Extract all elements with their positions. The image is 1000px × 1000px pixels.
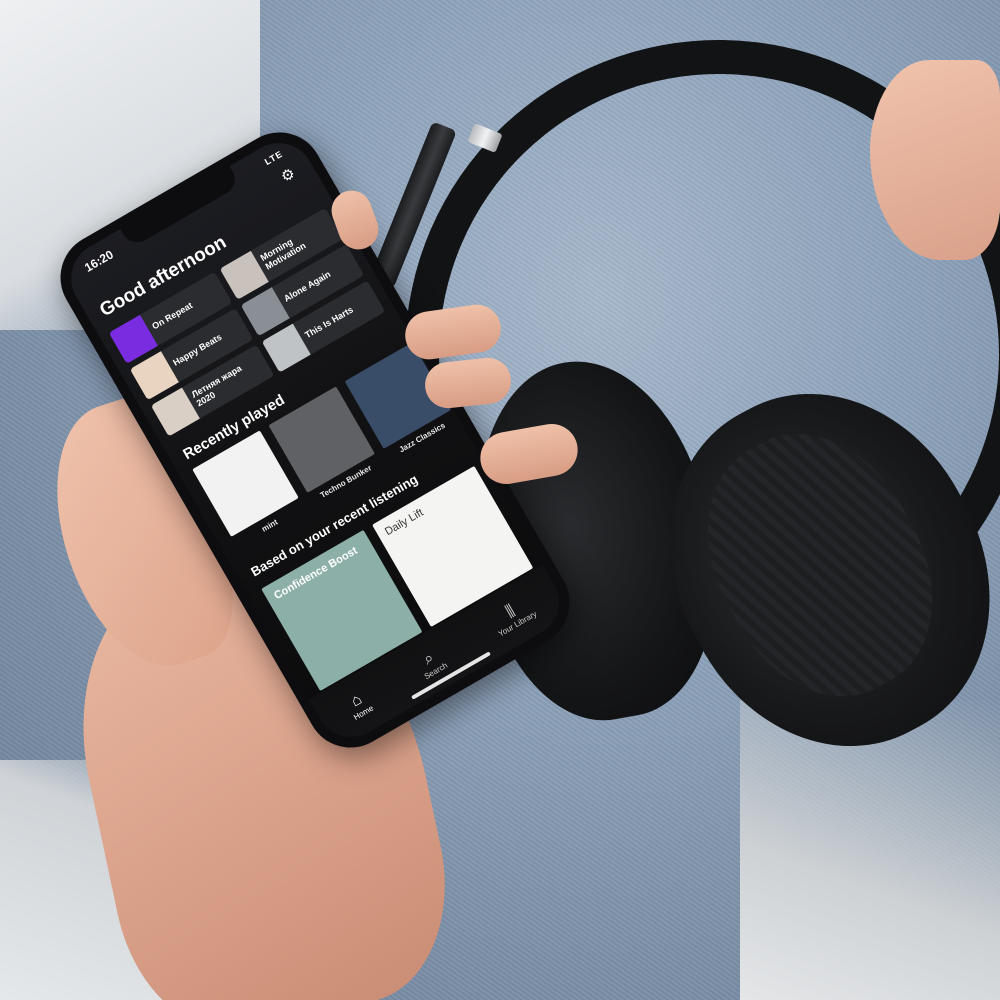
nav-home[interactable]: ⌂ Home — [343, 687, 375, 721]
tile-title: On Repeat — [150, 300, 195, 332]
tile-title: This Is Harts — [303, 304, 355, 341]
status-network: LTE — [262, 148, 285, 168]
nav-label: Your Library — [496, 608, 539, 639]
tile-title: Alone Again — [282, 268, 333, 304]
nav-library[interactable]: ⫼ Your Library — [487, 593, 538, 638]
playlist-title: Daily Lift — [382, 506, 426, 539]
fabric-bottom-right — [740, 700, 1000, 1000]
photo-scene: 16:20 LTE ⚙ Good afternoon On Repeat Mor… — [0, 0, 1000, 1000]
nav-search[interactable]: ⌕ Search — [413, 645, 449, 681]
status-time: 16:20 — [82, 247, 116, 275]
gear-icon[interactable]: ⚙ — [277, 165, 299, 187]
